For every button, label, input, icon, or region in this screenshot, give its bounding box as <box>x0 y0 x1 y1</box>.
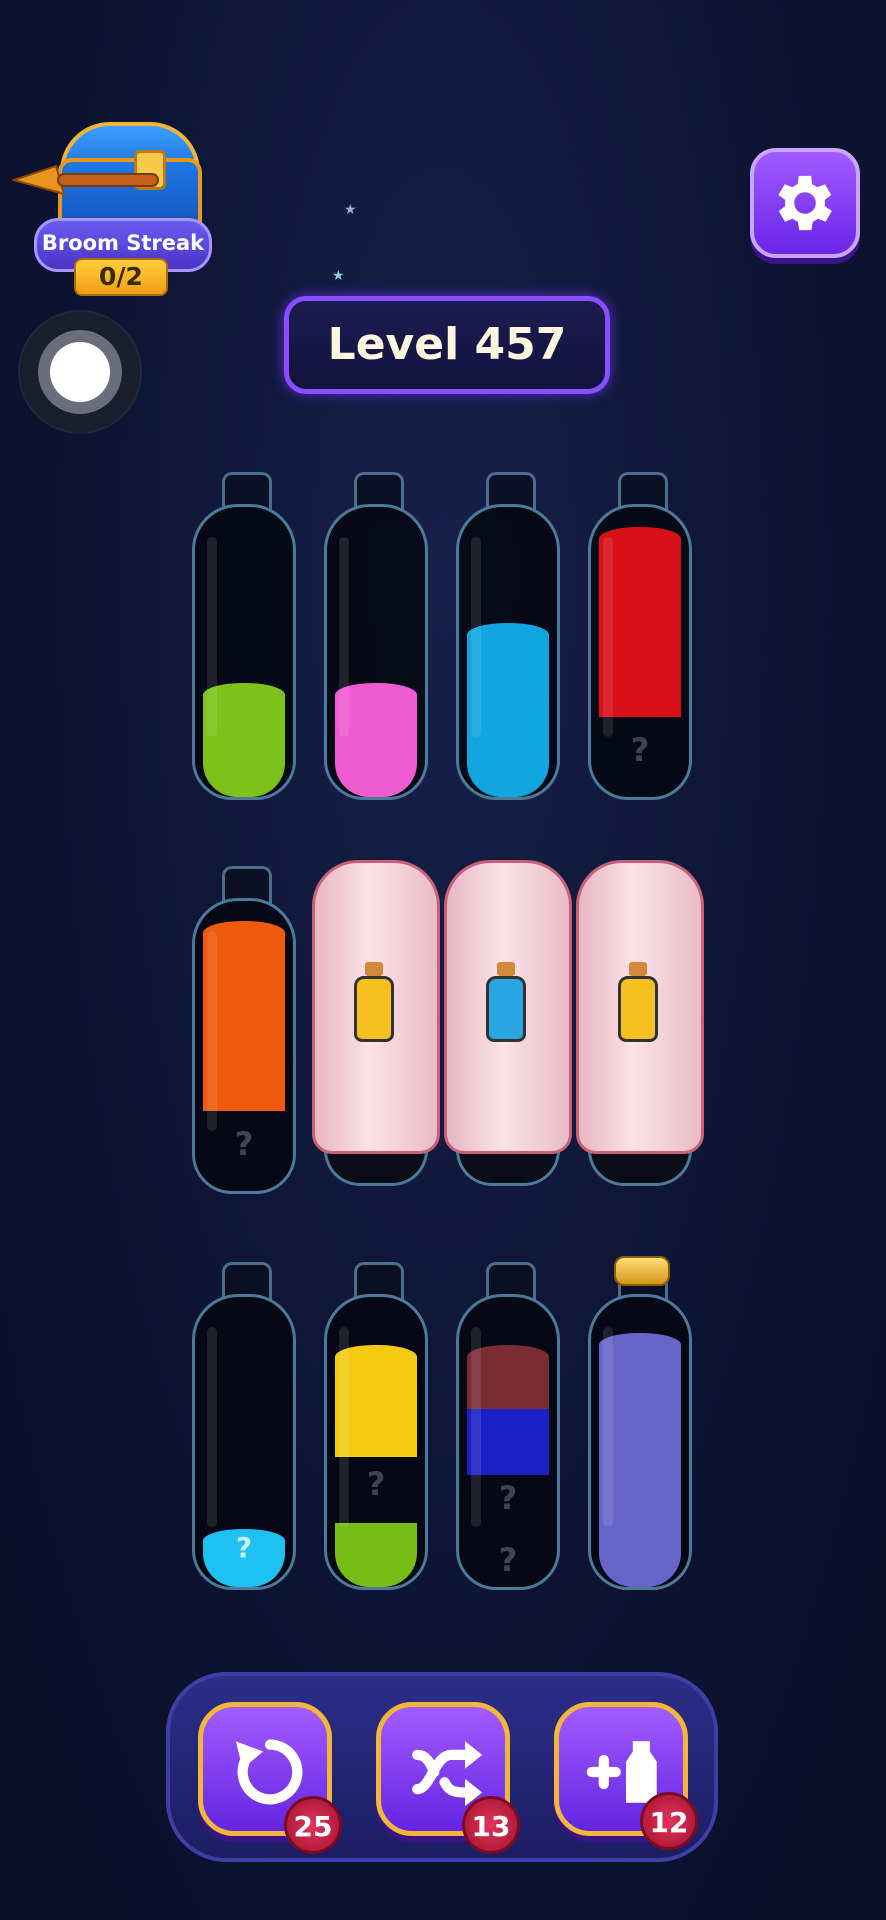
record-dot <box>50 342 110 402</box>
cork <box>365 962 383 976</box>
bottle-glass <box>192 504 296 800</box>
covered-bottle[interactable] <box>312 860 440 1186</box>
bottle-glass: ? <box>192 898 296 1194</box>
bottle-hint-icon <box>618 962 658 1042</box>
bottle-glass: ? ? <box>456 1294 560 1590</box>
add-bottle-count-badge: 12 <box>640 1792 698 1850</box>
level-title: Level 457 <box>284 296 610 394</box>
bottle-glass: ? <box>588 504 692 800</box>
hidden-layer-mark: ? <box>498 1541 518 1579</box>
undo-count-badge: 25 <box>284 1796 342 1854</box>
bottle-yellow-green[interactable]: ? <box>324 1262 428 1596</box>
settings-button[interactable] <box>750 148 860 258</box>
glass-shine <box>603 537 613 737</box>
gear-icon <box>778 175 832 231</box>
cork <box>629 962 647 976</box>
hint-color <box>354 976 394 1042</box>
bottle-cyan[interactable] <box>456 472 560 806</box>
bottle-glass: ? <box>192 1294 296 1590</box>
glass-shine <box>207 1327 217 1527</box>
mystery-mark: ? <box>235 1531 253 1564</box>
glass-shine <box>471 537 481 737</box>
bottle-glass <box>588 1294 692 1590</box>
cork <box>497 962 515 976</box>
record-button[interactable] <box>20 312 140 432</box>
bottle-pink[interactable] <box>324 472 428 806</box>
glass-shine <box>207 537 217 737</box>
glass-shine <box>603 1327 613 1527</box>
bottle-glass: ? <box>324 1294 428 1590</box>
glass-shine <box>207 931 217 1131</box>
bottle-maroon-blue[interactable]: ? ? <box>456 1262 560 1596</box>
glass-shine <box>471 1327 481 1527</box>
hint-color <box>486 976 526 1042</box>
cork-cap-icon <box>614 1256 670 1286</box>
bottle-glass <box>324 504 428 800</box>
star-decoration: ★ <box>332 268 345 284</box>
bottle-hint-icon <box>354 962 394 1042</box>
bottle-glass <box>456 504 560 800</box>
bottle-sealed-lavender[interactable] <box>588 1256 692 1596</box>
glass-shine <box>339 1327 349 1527</box>
bottle-orange[interactable]: ? <box>192 866 296 1200</box>
bottle-green[interactable] <box>192 472 296 806</box>
bottle-red[interactable]: ? <box>588 472 692 806</box>
broom-icon <box>12 164 159 196</box>
liquid-green <box>335 1523 417 1587</box>
shuffle-count-badge: 13 <box>462 1796 520 1854</box>
broom-streak-widget[interactable]: Broom Streak 0/2 <box>12 118 212 298</box>
covered-bottle[interactable] <box>444 860 572 1186</box>
bottle-light-blue[interactable]: ? <box>192 1262 296 1596</box>
star-decoration: ★ <box>344 202 357 218</box>
streak-count: 0/2 <box>74 258 168 296</box>
hint-color <box>618 976 658 1042</box>
covered-bottle[interactable] <box>576 860 704 1186</box>
bottle-hint-icon <box>486 962 526 1042</box>
glass-shine <box>339 537 349 737</box>
